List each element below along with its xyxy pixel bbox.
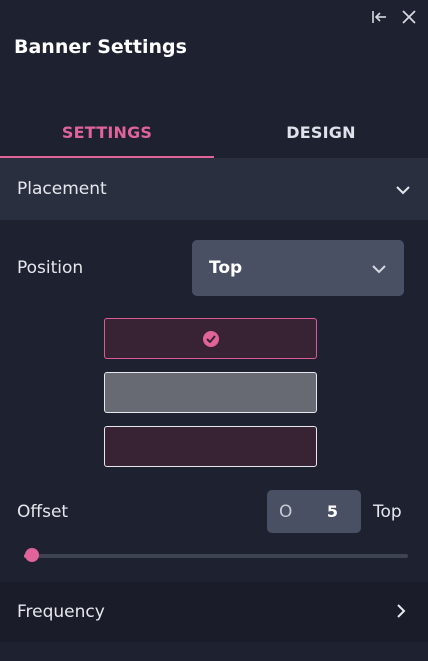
tab-design[interactable]: DESIGN (214, 112, 428, 158)
chevron-right-icon (397, 603, 406, 622)
collapse-panel-icon[interactable] (370, 8, 388, 26)
offset-slider-thumb[interactable] (24, 548, 39, 562)
frequency-section-header[interactable]: Frequency (0, 582, 428, 642)
tab-settings[interactable]: SETTINGS (0, 112, 214, 158)
layout-option-middle[interactable] (104, 372, 317, 413)
offset-prefix: O (279, 501, 293, 522)
offset-slider[interactable] (24, 548, 408, 562)
offset-input[interactable]: O 5 (267, 490, 361, 533)
close-icon[interactable] (400, 8, 418, 26)
layout-option-top[interactable] (104, 318, 317, 359)
settings-tabs: SETTINGS DESIGN (0, 112, 428, 158)
chevron-down-icon (396, 180, 410, 199)
placement-section-label: Placement (17, 179, 107, 199)
panel-header-icons (370, 8, 418, 26)
position-select[interactable]: Top (192, 240, 404, 296)
banner-settings-panel: Banner Settings SETTINGS DESIGN Placemen… (0, 0, 428, 661)
position-label: Position (17, 258, 84, 278)
offset-value: 5 (326, 502, 338, 521)
frequency-section-label: Frequency (17, 602, 105, 622)
offset-unit: Top (373, 502, 402, 522)
checkmark-circle-icon (202, 330, 219, 347)
placement-section-header[interactable]: Placement (0, 158, 428, 220)
chevron-down-icon (372, 259, 386, 278)
layout-option-bottom[interactable] (104, 426, 317, 467)
panel-title: Banner Settings (14, 36, 187, 58)
offset-label: Offset (17, 502, 69, 522)
position-select-value: Top (209, 258, 243, 278)
